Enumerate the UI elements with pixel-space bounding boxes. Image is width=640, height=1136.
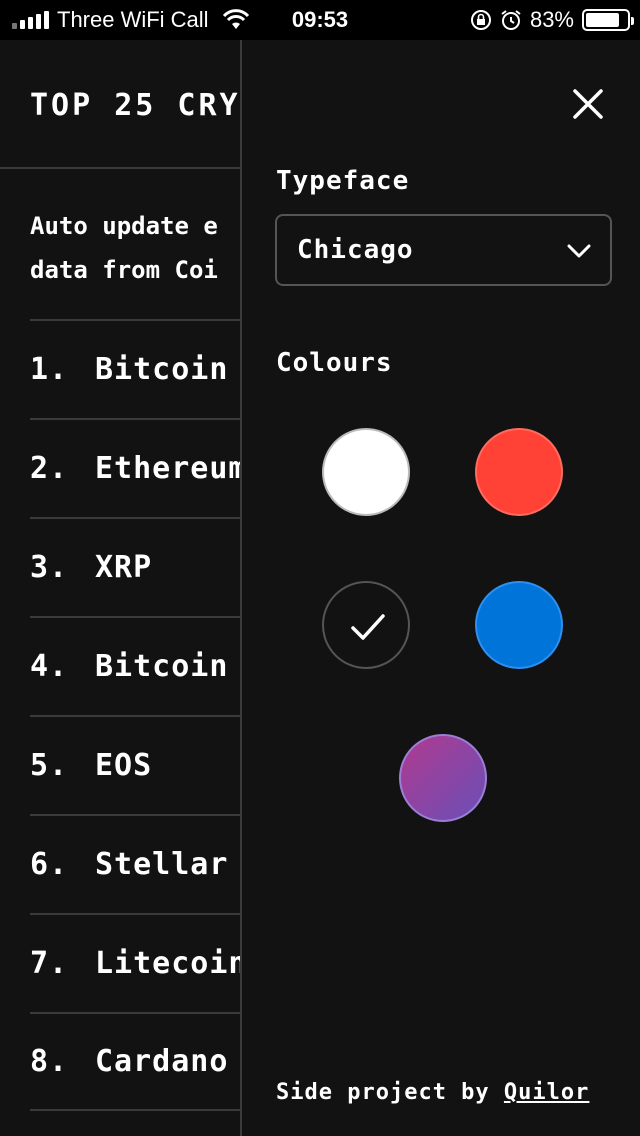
list-item[interactable]: 8. Cardano	[30, 1012, 240, 1111]
battery-level	[586, 13, 620, 27]
rank: 1.	[30, 352, 69, 387]
description-line-1: Auto update e	[30, 212, 218, 240]
rank: 5.	[30, 748, 69, 783]
header-divider	[0, 167, 240, 169]
coin-name: Bitcoin	[95, 352, 229, 387]
rank: 8.	[30, 1044, 69, 1079]
crypto-list: 1. Bitcoin 2. Ethereum 3. XRP 4. Bitcoin C 5…	[30, 319, 240, 1111]
checkmark-icon	[351, 614, 385, 640]
crypto-list-view: TOP 25 CRY Auto update e data from Coi 1…	[0, 40, 240, 1136]
list-item[interactable]: 3. XRP	[30, 517, 240, 616]
rotation-lock-icon	[470, 10, 491, 30]
rank: 7.	[30, 946, 69, 981]
settings-panel: Typeface Chicago Colours Side project by…	[240, 40, 640, 1136]
description-line-2: data from Coi	[30, 256, 218, 284]
typeface-select[interactable]: Chicago	[275, 214, 612, 286]
typeface-value: Chicago	[297, 235, 414, 265]
alarm-icon	[501, 10, 521, 30]
coin-name: Ethereum	[95, 451, 240, 486]
quilor-link[interactable]: Quilor	[504, 1080, 589, 1105]
list-item[interactable]: 5. EOS	[30, 715, 240, 814]
status-bar: Three WiFi Call 09:53 83%	[0, 0, 640, 40]
coin-name: Litecoin	[95, 946, 240, 981]
list-item[interactable]: 4. Bitcoin C	[30, 616, 240, 715]
rank: 4.	[30, 649, 69, 684]
colour-swatch-dark[interactable]	[322, 581, 410, 669]
list-item[interactable]: 1. Bitcoin	[30, 319, 240, 418]
page-title: TOP 25 CRY	[30, 88, 240, 123]
coin-name: EOS	[95, 748, 153, 783]
rank: 6.	[30, 847, 69, 882]
list-description: Auto update e data from Coi	[30, 204, 218, 292]
credit-text: Side project by Quilor	[276, 1080, 589, 1105]
credit-prefix: Side project by	[276, 1080, 504, 1105]
coin-name: Bitcoin C	[95, 649, 240, 684]
colour-swatch-gradient[interactable]	[399, 734, 487, 822]
close-icon[interactable]	[572, 88, 604, 120]
battery-percent: 83%	[529, 7, 574, 32]
coin-name: Cardano	[95, 1044, 229, 1079]
battery-icon	[582, 9, 634, 31]
rank: 2.	[30, 451, 69, 486]
coin-name: Stellar	[95, 847, 229, 882]
colour-swatch-white[interactable]	[322, 428, 410, 516]
status-right: 83%	[470, 0, 634, 40]
typeface-label: Typeface	[276, 166, 410, 196]
list-item[interactable]: 6. Stellar	[30, 814, 240, 913]
colours-label: Colours	[276, 348, 393, 378]
chevron-down-icon	[567, 244, 591, 258]
list-item[interactable]: 7. Litecoin	[30, 913, 240, 1012]
coin-name: XRP	[95, 550, 153, 585]
list-item[interactable]: 2. Ethereum	[30, 418, 240, 517]
colour-swatch-blue[interactable]	[475, 581, 563, 669]
colour-swatch-red[interactable]	[475, 428, 563, 516]
rank: 3.	[30, 550, 69, 585]
